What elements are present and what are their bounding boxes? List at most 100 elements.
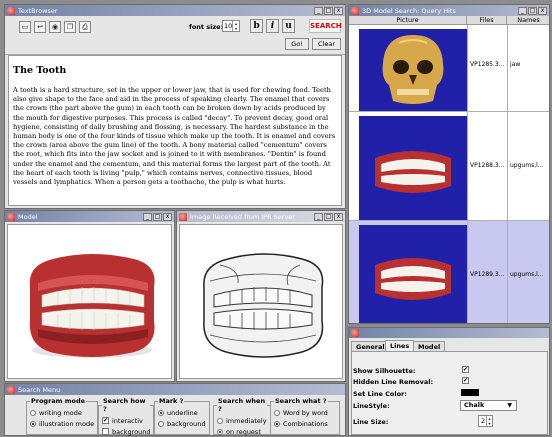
properties-titlebar[interactable] xyxy=(349,328,549,338)
mark-group: Mark ? underline background xyxy=(154,397,210,435)
close-button[interactable]: x xyxy=(538,6,547,15)
model-titlebar[interactable]: Model _ □ x xyxy=(5,211,174,222)
close-button[interactable]: x xyxy=(334,212,343,221)
radio-button[interactable] xyxy=(30,420,36,427)
column-divider xyxy=(507,25,508,323)
radio-button[interactable] xyxy=(217,417,223,424)
clear-button[interactable]: Clear xyxy=(312,38,341,50)
minimize-button[interactable]: _ xyxy=(314,212,323,221)
line-color-swatch[interactable] xyxy=(461,389,479,396)
search-how-group: Search how ? ✔ interactiv background xyxy=(98,397,155,437)
search-when-group: Search when ? immediately on request xyxy=(213,397,271,437)
radio-button[interactable] xyxy=(158,409,164,416)
checkbox[interactable] xyxy=(102,428,109,435)
background-mark-option[interactable]: background xyxy=(158,418,206,429)
new-document-icon[interactable]: ▭ xyxy=(19,21,31,33)
maximize-button[interactable]: □ xyxy=(528,6,537,15)
text-browser-titlebar[interactable]: TextBrowser _ □ x xyxy=(5,5,345,16)
minimize-button[interactable]: _ xyxy=(518,6,527,15)
image-received-titlebar[interactable]: Image Received from IPR Server _ □ x xyxy=(177,211,345,222)
line-style-dropdown[interactable]: Chalk ▼ xyxy=(460,400,517,411)
column-header-picture[interactable]: Picture xyxy=(349,16,467,25)
line-style-label: LineStyle: xyxy=(353,402,390,410)
spinner-arrows-icon[interactable]: ▴ ▾ xyxy=(486,416,492,426)
option-label: writing mode xyxy=(39,408,82,417)
app-icon xyxy=(7,385,15,394)
search-button[interactable]: SEARCH xyxy=(309,19,342,33)
illustration-mode-option[interactable]: illustration mode xyxy=(30,418,94,429)
result-thumbnail xyxy=(359,29,467,111)
close-button[interactable]: x xyxy=(163,212,172,221)
table-row[interactable]: VP1285.3... jaw xyxy=(349,25,549,112)
italic-button[interactable]: i xyxy=(266,19,279,33)
option-label: background xyxy=(112,427,151,436)
tab-lines[interactable]: Lines xyxy=(385,340,415,351)
on-request-option[interactable]: on request xyxy=(217,426,267,437)
window-title: Model xyxy=(18,212,38,221)
underline-option[interactable]: underline xyxy=(158,407,206,418)
line-size-label: Line Size: xyxy=(353,418,389,426)
maximize-button[interactable]: □ xyxy=(324,212,333,221)
copy-icon[interactable]: ❐ xyxy=(64,21,76,33)
image-received-window: Image Received from IPR Server _ □ x xyxy=(176,210,346,382)
table-row[interactable]: VP1288.3... upgums,l... xyxy=(349,112,549,221)
program-mode-group: Program mode writing mode illustration m… xyxy=(26,397,99,435)
show-silhouette-checkbox[interactable]: ✔ xyxy=(462,366,469,373)
app-icon xyxy=(7,6,15,15)
name-cell: jaw xyxy=(510,61,521,68)
app-icon xyxy=(351,6,359,15)
tab-model[interactable]: Model xyxy=(413,341,446,351)
column-header-files[interactable]: Files xyxy=(467,16,507,25)
back-icon[interactable]: ↩ xyxy=(34,21,46,33)
writing-mode-option[interactable]: writing mode xyxy=(30,407,94,418)
checkbox-checked[interactable]: ✔ xyxy=(102,417,109,424)
print-icon[interactable]: ⎙ xyxy=(79,21,91,33)
column-header-names[interactable]: Names xyxy=(507,16,549,25)
window-title: TextBrowser xyxy=(18,6,58,15)
file-cell: VP1289.3... xyxy=(470,271,505,278)
globe-icon[interactable]: ◉ xyxy=(49,21,61,33)
query-hits-titlebar[interactable]: 3D Model Search: Query Hits _ □ x xyxy=(349,5,549,16)
set-line-color-label: Set Line Color: xyxy=(353,390,407,398)
bold-button[interactable]: b xyxy=(250,19,263,33)
model-viewport[interactable] xyxy=(7,224,172,379)
text-content-area[interactable]: The Tooth A tooth is a hard structure, s… xyxy=(8,55,342,206)
chevron-down-icon: ▼ xyxy=(507,402,512,409)
minimize-button[interactable]: _ xyxy=(143,212,152,221)
underline-button[interactable]: u xyxy=(282,19,295,33)
name-cell: upgums,l... xyxy=(510,162,544,169)
maximize-button[interactable]: □ xyxy=(324,6,333,15)
font-size-spinner[interactable]: 10 ▴ ▾ xyxy=(222,20,240,32)
word-by-word-option[interactable]: Word by word xyxy=(274,407,336,418)
table-row-selected[interactable]: VP1289.3... upgums,l... xyxy=(349,221,549,323)
file-cell: VP1288.3... xyxy=(470,162,505,169)
show-silhouette-label: Show Silhouette: xyxy=(353,367,416,375)
search-menu-titlebar[interactable]: Search Menu xyxy=(5,384,345,395)
close-button[interactable]: x xyxy=(334,6,343,15)
minimize-button[interactable]: _ xyxy=(314,6,323,15)
document-heading: The Tooth xyxy=(13,65,67,76)
option-label: on request xyxy=(226,427,261,436)
combinations-option[interactable]: Combinations xyxy=(274,418,336,429)
search-what-group: Search what ? Word by word Combinations xyxy=(270,397,340,435)
radio-button[interactable] xyxy=(274,409,280,416)
result-thumbnail xyxy=(359,116,467,220)
radio-button[interactable] xyxy=(217,428,223,435)
radio-button[interactable] xyxy=(274,420,280,427)
background-search-option[interactable]: background xyxy=(102,426,150,437)
radio-button[interactable] xyxy=(158,420,164,427)
option-label: immediately xyxy=(226,416,267,425)
teeth-chalk-render-icon xyxy=(203,253,324,358)
interactiv-option[interactable]: ✔ interactiv xyxy=(102,415,150,426)
go-button[interactable]: Go! xyxy=(285,38,309,50)
line-size-spinner[interactable]: 2 ▴ ▾ xyxy=(478,415,493,427)
spinner-arrows-icon[interactable]: ▴ ▾ xyxy=(232,21,239,31)
tab-general[interactable]: General xyxy=(351,341,390,351)
hidden-line-removal-checkbox[interactable]: ✔ xyxy=(462,377,469,384)
teeth-thumbnail-icon xyxy=(375,151,451,193)
radio-button[interactable] xyxy=(30,409,36,416)
option-label: interactiv xyxy=(112,416,143,425)
immediately-option[interactable]: immediately xyxy=(217,415,267,426)
maximize-button[interactable]: □ xyxy=(153,212,162,221)
window-title: 3D Model Search: Query Hits xyxy=(362,6,456,15)
